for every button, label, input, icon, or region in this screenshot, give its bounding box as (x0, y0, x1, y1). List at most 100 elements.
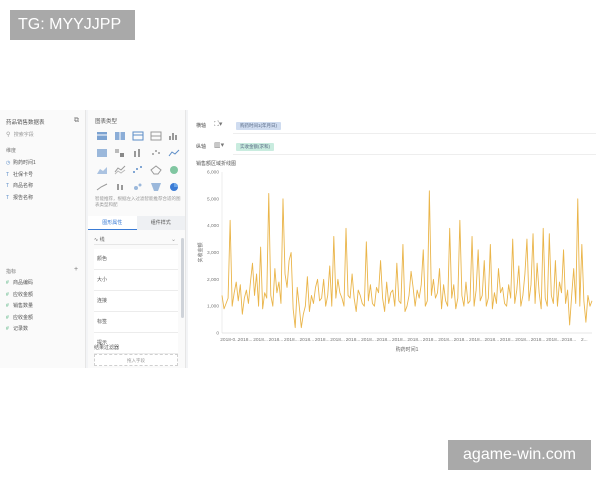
search-placeholder: 搜索字段 (13, 132, 34, 138)
x-tick-label: 2018... (238, 337, 253, 343)
field-search-input[interactable]: ⚲ 搜索字段 (6, 130, 80, 141)
x-tick-label: 2018-0... (220, 337, 239, 343)
x-tick-label: 2018... (454, 337, 469, 343)
x-tick-label: 2018... (469, 337, 484, 343)
chevron-down-icon: ⌄ (170, 237, 176, 243)
measure-item[interactable]: # 商品编码 (6, 278, 33, 290)
watermark-bottom: agame-win.com (448, 440, 591, 470)
pie-chart-icon[interactable] (167, 181, 181, 193)
mark-type-select[interactable]: ∿ 线 ⌄ (94, 235, 178, 245)
text-icon: T (6, 171, 10, 178)
property-list: 颜色 大小 连接 标签 提示 (94, 249, 178, 354)
dimension-mode-icon[interactable]: ⛶▾ (214, 120, 228, 132)
x-tick-label: 2018... (500, 337, 515, 343)
dot-chart-icon[interactable] (149, 147, 163, 159)
x-tick-label: 2018... (438, 337, 453, 343)
dimension-item[interactable]: T 报告名称 (6, 193, 36, 205)
y-tick-label: 5,000 (207, 196, 219, 202)
box-plot-icon[interactable] (113, 181, 127, 193)
grouped-table-icon[interactable] (149, 130, 163, 142)
y-tick-label: 2,000 (207, 277, 219, 283)
x-tick-label: 2018... (346, 337, 361, 343)
x-tick-label: 2018... (269, 337, 284, 343)
property-connect[interactable]: 连接 (94, 291, 178, 312)
x-tick-label: 2018... (392, 337, 407, 343)
line-chart-icon[interactable] (167, 147, 181, 159)
chart-type-panel: 图表类型 智能推荐，根据左入过滤智能推荐合适的图表类型和配 图形属性 组件样式 … (88, 110, 186, 368)
measure-mode-icon[interactable]: ▥▾ (214, 141, 228, 153)
y-axis-label: 纵轴 (196, 144, 207, 150)
number-icon: # (6, 303, 9, 309)
x-tick-label: 2018... (484, 337, 499, 343)
search-icon: ⚲ (6, 132, 11, 138)
y-axis-row: 纵轴 ▥▾ 实收金额(求和) (188, 139, 600, 155)
bi-editor: 药品销售数据表 ⧉ ⚲ 搜索字段 维度 ◷ 购药时间1 T 社保卡号 T 商品名称 T… (0, 110, 600, 368)
y-tick-label: 0 (216, 331, 219, 337)
x-axis-label: 横轴 (196, 123, 207, 129)
number-icon: # (6, 291, 9, 298)
property-label[interactable]: 标签 (94, 312, 178, 333)
line-chart[interactable]: 0 1,000 2,000 3,000 4,000 5,000 6,000 实收金额 2018-… (188, 168, 600, 368)
area-chart-icon[interactable] (95, 164, 109, 176)
x-tick-label: 2018... (546, 337, 561, 343)
x-tick-label: 2018... (407, 337, 422, 343)
dimensions-heading: 维度 (6, 148, 17, 154)
add-measure-button[interactable]: + (74, 266, 78, 273)
chart-canvas: 横轴 ⛶▾ 购药时间1(年月日) 纵轴 ▥▾ 实收金额(求和) 销售额区域折线图… (188, 110, 600, 368)
measure-item[interactable]: # 应收金额 (6, 313, 33, 325)
x-tick-label: 2018... (423, 337, 438, 343)
scatter-icon[interactable] (131, 164, 145, 176)
bar-chart-icon[interactable] (167, 130, 181, 142)
bubble-icon[interactable] (131, 181, 145, 193)
dimension-item[interactable]: T 社保卡号 (6, 170, 36, 182)
property-tabs: 图形属性 组件样式 (88, 216, 185, 230)
chart-type-hint: 智能推荐，根据左入过滤智能推荐合适的图表类型和配 (95, 196, 181, 207)
clock-icon: ◷ (6, 160, 11, 166)
detail-table-icon[interactable] (131, 130, 145, 142)
x-tick-label: 2018... (315, 337, 330, 343)
property-scrollbar[interactable] (181, 238, 184, 318)
dimension-item[interactable]: ◷ 购药时间1 (6, 158, 36, 170)
column-chart-icon[interactable] (131, 147, 145, 159)
tab-graph-properties[interactable]: 图形属性 (88, 216, 137, 230)
result-filter-title: 结果过滤器 (94, 345, 120, 351)
multi-line-icon[interactable] (113, 164, 127, 176)
dimension-item[interactable]: T 商品名称 (6, 181, 36, 193)
y-tick-label: 3,000 (207, 250, 219, 256)
measure-list: # 商品编码 # 应收金额 # 销售数量 # 应收金额 # 记录数 (6, 278, 33, 336)
x-tick-label: 2018... (377, 337, 392, 343)
number-icon: # (6, 314, 9, 321)
tab-component-style[interactable]: 组件样式 (136, 216, 185, 230)
measure-item[interactable]: # 应收金额 (6, 290, 33, 302)
x-axis-row: 横轴 ⛶▾ 购药时间1(年月日) (188, 118, 600, 134)
property-size[interactable]: 大小 (94, 270, 178, 291)
y-tick-label: 1,000 (207, 304, 219, 310)
map-icon[interactable] (167, 164, 181, 176)
dimension-list: ◷ 购药时间1 T 社保卡号 T 商品名称 T 报告名称 (6, 158, 36, 204)
property-color[interactable]: 颜色 (94, 249, 178, 270)
heatmap-icon[interactable] (113, 147, 127, 159)
stacked-bar-icon[interactable] (95, 147, 109, 159)
y-tick-label: 6,000 (207, 170, 219, 176)
x-tick-label: 2... (581, 337, 588, 343)
x-axis-field-chip[interactable]: 购药时间1(年月日) (236, 122, 281, 130)
table-icon[interactable] (95, 130, 109, 142)
cross-table-icon[interactable] (113, 130, 127, 142)
measure-item[interactable]: # 记录数 (6, 324, 33, 336)
switch-dataset-icon[interactable]: ⧉ (74, 117, 79, 125)
y-axis-field-chip[interactable]: 实收金额(求和) (236, 143, 274, 151)
trend-icon[interactable] (95, 181, 109, 193)
x-tick-label: 2018... (515, 337, 530, 343)
x-tick-label: 2018... (284, 337, 299, 343)
data-panel: 药品销售数据表 ⧉ ⚲ 搜索字段 维度 ◷ 购药时间1 T 社保卡号 T 商品名称 T… (0, 110, 86, 368)
x-tick-label: 2018... (531, 337, 546, 343)
filter-drop-zone[interactable]: 拖入字段 (94, 354, 178, 366)
y-tick-label: 4,000 (207, 223, 219, 229)
number-icon: # (6, 280, 9, 286)
x-axis-title: 购药时间1 (396, 346, 419, 353)
number-icon: # (6, 326, 9, 332)
measure-item[interactable]: # 销售数量 (6, 301, 33, 313)
text-icon: T (6, 194, 10, 201)
funnel-icon[interactable] (149, 181, 163, 193)
radar-icon[interactable] (149, 164, 163, 176)
